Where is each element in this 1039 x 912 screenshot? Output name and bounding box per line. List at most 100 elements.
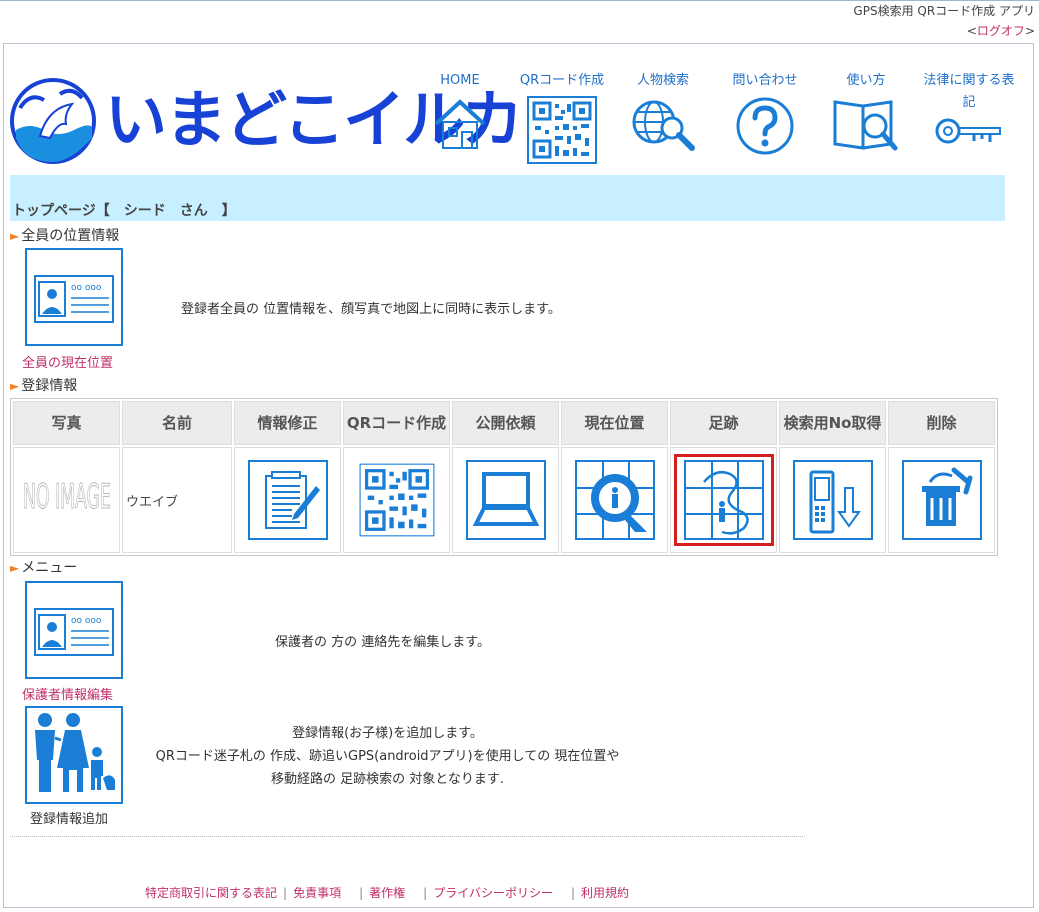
add-registration-caption[interactable]: 登録情報追加 xyxy=(30,808,108,827)
nav-qr-label: QRコード作成 xyxy=(519,73,605,88)
registration-table: 写真 名前 情報修正 QRコード作成 公開依頼 現在位置 足跡 検索用No取得 … xyxy=(10,398,998,556)
publish-cell xyxy=(452,447,559,553)
book-search-icon xyxy=(833,100,898,151)
svg-text:oo ooo: oo ooo xyxy=(71,283,102,293)
nav-legal[interactable]: 法律に関する表記 xyxy=(922,70,1016,170)
delete-cell xyxy=(888,447,995,553)
section-registration-title: 登録情報 xyxy=(21,378,78,394)
no-image-text: NO IMAGE xyxy=(23,477,111,517)
footprint-cell xyxy=(670,447,777,553)
dolphin-logo-icon xyxy=(10,78,96,164)
footprint-route-icon xyxy=(685,462,762,538)
footer-sep: | xyxy=(359,886,364,900)
family-icon xyxy=(35,713,115,792)
key-icon xyxy=(935,118,1001,144)
publish-request-button[interactable] xyxy=(465,460,546,540)
top-links: GPS検索用 QRコード作成 アプリ <ログオフ> xyxy=(853,1,1035,41)
footer-links: 特定商取引に関する表記 | 免責事項 | 著作権 | プライバシーポリシー | 利用規約 xyxy=(145,884,629,901)
arrow-icon: ► xyxy=(10,229,20,243)
get-search-no-button[interactable] xyxy=(792,460,873,540)
nav-home-label: HOME xyxy=(440,73,480,88)
header-name: 名前 xyxy=(122,401,232,445)
footer-link-disclaimer[interactable]: 免責事項 xyxy=(293,886,341,900)
delete-button[interactable] xyxy=(901,460,982,540)
logoff-link[interactable]: <ログオフ> xyxy=(853,21,1035,41)
guardian-edit-caption[interactable]: 保護者情報編集 xyxy=(22,684,113,703)
nav-qr[interactable]: QRコード作成 xyxy=(513,70,611,170)
edit-cell xyxy=(234,447,341,553)
nav-person-search[interactable]: 人物検索 xyxy=(628,70,698,170)
create-qr-button[interactable] xyxy=(356,460,437,540)
guardian-edit-button[interactable]: oo ooo xyxy=(25,581,123,679)
edit-info-button[interactable] xyxy=(247,460,328,540)
globe-search-icon xyxy=(632,100,695,151)
logoff-label: ログオフ xyxy=(976,24,1025,38)
footer-sep: | xyxy=(283,886,288,900)
page-title: トップページ【 シード さん 】 xyxy=(12,203,236,219)
svg-text:oo ooo: oo ooo xyxy=(71,616,102,626)
footer-link-copyright[interactable]: 著作権 xyxy=(369,886,405,900)
header-delete: 削除 xyxy=(888,401,995,445)
search-no-cell xyxy=(779,447,886,553)
footer-sep: | xyxy=(423,886,428,900)
trash-icon xyxy=(921,467,972,526)
header-photo: 写真 xyxy=(13,401,120,445)
nav-contact-label: 問い合わせ xyxy=(732,73,798,88)
nav-contact[interactable]: 問い合わせ xyxy=(724,70,806,170)
all-position-button[interactable]: oo ooo xyxy=(25,248,123,346)
name-cell: ウエイブ xyxy=(122,447,232,553)
edit-document-icon xyxy=(264,471,320,529)
map-pin-icon xyxy=(576,462,653,538)
footprint-button[interactable] xyxy=(683,460,764,540)
qr-cell xyxy=(343,447,450,553)
footer-link-tokutei[interactable]: 特定商取引に関する表記 xyxy=(145,886,277,900)
nav-legal-label: 法律に関する表記 xyxy=(923,73,1015,110)
logoff-close: > xyxy=(1024,24,1035,38)
laptop-icon xyxy=(472,472,539,526)
divider xyxy=(10,836,805,837)
home-icon xyxy=(434,99,486,149)
arrow-icon: ► xyxy=(10,561,20,575)
add-desc-line-3: 移動経路の 足跡検索の 対象となります. xyxy=(270,772,504,787)
add-desc-line-2: QRコード迷子札の 作成、跡追いGPS(androidアプリ)を使用しての 現在… xyxy=(155,749,620,764)
table-header-row: 写真 名前 情報修正 QRコード作成 公開依頼 現在位置 足跡 検索用No取得 … xyxy=(13,401,995,445)
footer-link-terms[interactable]: 利用規約 xyxy=(581,886,629,900)
section-all-position: ► 全員の位置情報 xyxy=(10,228,119,244)
qr-code-icon xyxy=(527,96,597,164)
section-registration: ► 登録情報 xyxy=(10,378,77,394)
arrow-icon: ► xyxy=(10,379,20,393)
section-menu: ► メニュー xyxy=(10,560,77,576)
all-position-desc: 登録者全員の 位置情報を、顔写真で地図上に同時に表示します。 xyxy=(181,302,561,317)
section-all-position-title: 全員の位置情報 xyxy=(21,228,120,244)
nav-howto[interactable]: 使い方 xyxy=(830,70,902,170)
guardian-edit-desc: 保護者の 方の 連絡先を編集します。 xyxy=(275,635,490,650)
section-menu-title: メニュー xyxy=(21,560,78,576)
add-desc-line-1: 登録情報(お子様)を追加します。 xyxy=(292,726,483,741)
id-card-icon: oo ooo xyxy=(34,608,114,656)
nav-home[interactable]: HOME xyxy=(432,70,488,170)
logoff-open: < xyxy=(966,24,977,38)
page-banner: トップページ【 シード さん 】 xyxy=(10,175,1005,221)
footer-link-privacy[interactable]: プライバシーポリシー xyxy=(433,886,553,900)
nav-person-search-label: 人物検索 xyxy=(636,73,689,88)
all-position-caption[interactable]: 全員の現在位置 xyxy=(22,352,113,371)
qr-code-icon xyxy=(359,463,434,537)
nav-howto-label: 使い方 xyxy=(846,73,886,88)
header-position: 現在位置 xyxy=(561,401,668,445)
phone-download-icon xyxy=(809,470,861,534)
app-link[interactable]: GPS検索用 QRコード作成 アプリ xyxy=(853,1,1035,21)
question-icon xyxy=(736,97,794,155)
footprint-highlight xyxy=(673,454,774,546)
header-edit: 情報修正 xyxy=(234,401,341,445)
position-cell xyxy=(561,447,668,553)
add-registration-button[interactable] xyxy=(25,706,123,804)
header-footprint: 足跡 xyxy=(670,401,777,445)
footer-sep: | xyxy=(570,886,575,900)
add-registration-desc: 登録情報(お子様)を追加します。 QRコード迷子札の 作成、跡追いGPS(and… xyxy=(145,722,630,791)
photo-cell: NO IMAGE xyxy=(13,447,120,553)
site-logo[interactable]: いまどこイルカ xyxy=(10,78,523,164)
header-publish: 公開依頼 xyxy=(452,401,559,445)
current-position-button[interactable] xyxy=(574,460,655,540)
header-search-no: 検索用No取得 xyxy=(779,401,886,445)
id-card-icon: oo ooo xyxy=(34,275,114,323)
